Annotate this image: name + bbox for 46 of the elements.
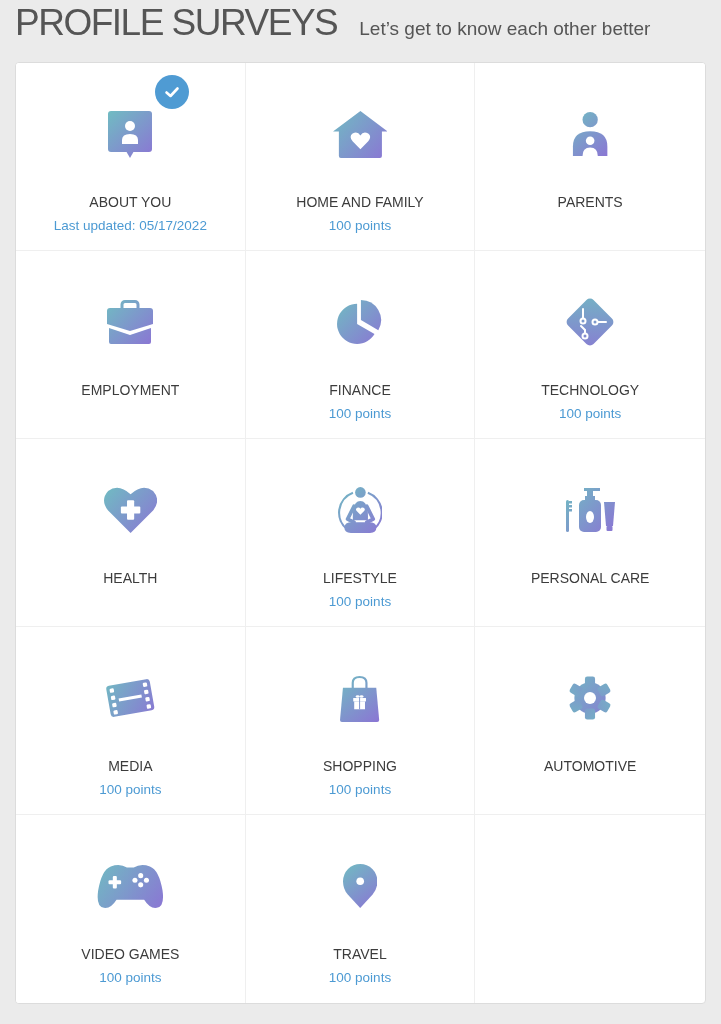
survey-title: HOME AND FAMILY [295, 193, 425, 212]
survey-tile[interactable]: EMPLOYMENT [16, 251, 246, 439]
survey-status: Last updated: 05/17/2022 [52, 217, 208, 235]
survey-tile[interactable]: HEALTH [16, 439, 246, 627]
survey-tile[interactable]: SHOPPING 100 points [245, 627, 476, 815]
survey-tile[interactable]: ABOUT YOU Last updated: 05/17/2022 [16, 63, 246, 251]
survey-status: 100 points [98, 969, 163, 987]
survey-title: VIDEO GAMES [80, 945, 181, 964]
survey-tile[interactable]: LIFESTYLE 100 points [245, 439, 476, 627]
page-subtitle: Let’s get to know each other better [359, 17, 651, 41]
survey-title: LIFESTYLE [322, 569, 398, 588]
survey-title: HEALTH [102, 569, 159, 588]
survey-title: TECHNOLOGY [540, 381, 641, 400]
survey-status: 100 points [327, 217, 393, 235]
survey-tile[interactable]: FINANCE 100 points [245, 251, 476, 439]
survey-tile[interactable]: HOME AND FAMILY 100 points [245, 63, 476, 251]
person-icon [571, 112, 610, 156]
survey-title: PERSONAL CARE [529, 569, 651, 588]
gamepad-icon [97, 863, 164, 909]
survey-title: TRAVEL [332, 945, 388, 964]
page-title: PROFILE SURVEYS [15, 4, 338, 41]
survey-tile[interactable]: VIDEO GAMES 100 points [16, 815, 246, 1003]
survey-status: 100 points [558, 405, 623, 423]
survey-title: FINANCE [328, 381, 392, 400]
map-pin-icon [342, 864, 378, 908]
house-heart-icon [332, 110, 388, 158]
heart-plus-icon [103, 487, 157, 533]
survey-status: 100 points [327, 405, 393, 423]
survey-title: ABOUT YOU [88, 193, 173, 212]
briefcase-icon [107, 300, 154, 344]
survey-tile[interactable]: MEDIA 100 points [16, 627, 246, 815]
survey-title: MEDIA [107, 757, 154, 776]
pie-chart-icon [337, 300, 383, 344]
survey-status: 100 points [327, 593, 393, 611]
survey-status: 100 points [98, 781, 163, 799]
profile-card-icon [108, 110, 153, 158]
survey-title: PARENTS [556, 193, 624, 212]
survey-status: 100 points [327, 781, 393, 799]
survey-title: SHOPPING [322, 757, 398, 776]
survey-tile[interactable]: PARENTS [475, 63, 705, 251]
survey-title: AUTOMOTIVE [543, 757, 638, 776]
gift-bag-icon [340, 674, 380, 722]
survey-title: EMPLOYMENT [80, 381, 181, 400]
meditation-icon [337, 486, 383, 534]
toiletries-icon [565, 488, 615, 532]
survey-status: 100 points [327, 969, 393, 987]
